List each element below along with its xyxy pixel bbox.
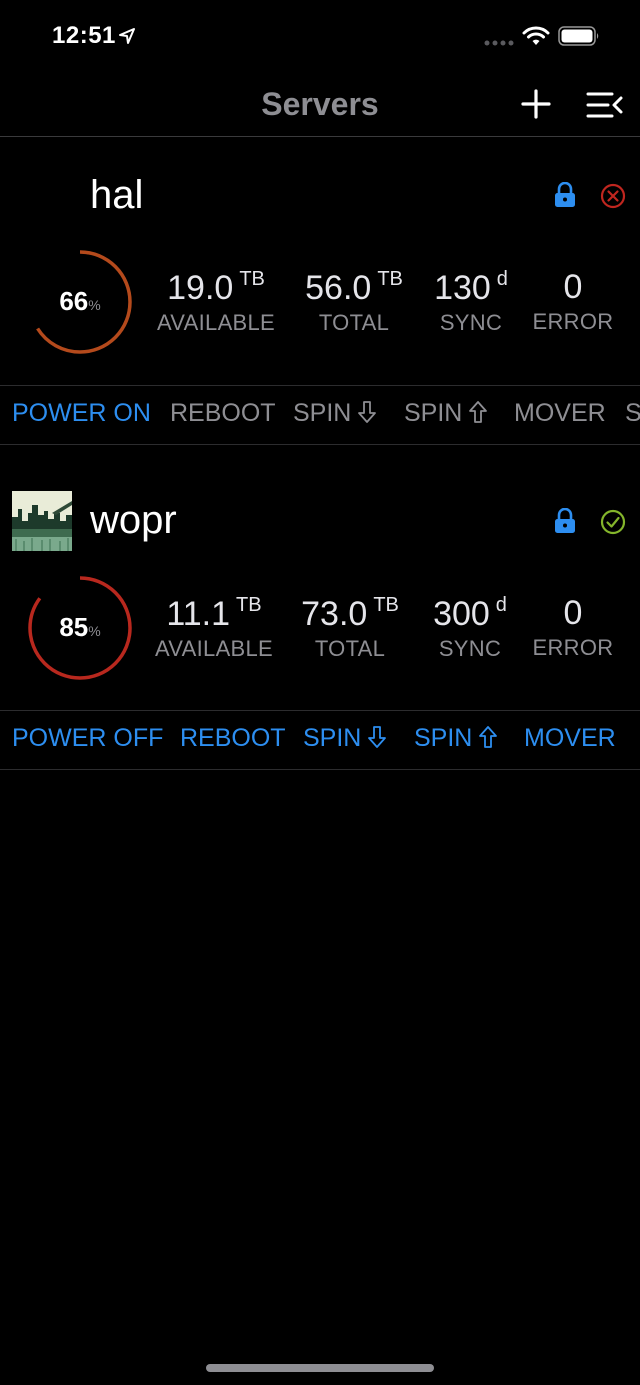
stat-unit: TB	[239, 268, 265, 290]
stat-unit: TB	[236, 594, 262, 616]
add-icon[interactable]	[520, 88, 552, 120]
stat-error: 0 ERROR	[530, 268, 616, 335]
stat-label: SYNC	[439, 310, 503, 335]
status-time: 12:51	[52, 22, 116, 49]
stat-value: 130	[434, 269, 491, 307]
power-off-button[interactable]: POWER OFF	[12, 724, 163, 753]
stat-available: 19.0 TB AVAILABLE	[152, 268, 280, 336]
arrow-up-icon	[469, 401, 488, 423]
stat-label: AVAILABLE	[154, 636, 274, 661]
error-status-icon	[600, 183, 626, 209]
battery-icon	[558, 26, 599, 46]
location-arrow-icon	[119, 28, 135, 44]
server-card[interactable]: wopr 85% 11.1 TB AVAILABLE 73.0 TB TOTAL 3…	[0, 443, 640, 770]
wifi-icon	[522, 26, 550, 45]
arrow-down-icon	[358, 401, 377, 423]
server-actions-bar: POWER ON REBOOT SPIN SPIN MOVER S	[0, 385, 640, 445]
status-bar: 12:51	[0, 0, 640, 72]
usage-percent: 66%	[26, 286, 134, 317]
percent-sign: %	[88, 623, 101, 639]
stat-total: 56.0 TB TOTAL	[294, 268, 414, 336]
stat-unit: TB	[377, 268, 403, 290]
mover-button[interactable]: MOVER	[524, 724, 616, 753]
server-card[interactable]: hal 66% 19.0 TB AVAILABLE 56.0 TB TOTAL 13…	[0, 137, 640, 445]
stat-unit: d	[495, 594, 507, 616]
stat-value: 0	[563, 268, 583, 306]
stat-value: 19.0	[167, 269, 234, 307]
server-actions-bar: POWER OFF REBOOT SPIN SPIN MOVER	[0, 710, 640, 770]
stat-label: TOTAL	[318, 310, 390, 335]
stat-unit: d	[496, 268, 508, 290]
spin-up-button[interactable]: SPIN	[414, 724, 498, 753]
server-name: hal	[90, 173, 144, 217]
stat-available: 11.1 TB AVAILABLE	[150, 594, 278, 662]
stat-label: TOTAL	[314, 636, 386, 661]
mover-button[interactable]: MOVER	[514, 399, 606, 428]
stat-label: AVAILABLE	[156, 310, 276, 335]
server-name: wopr	[90, 498, 177, 542]
stat-label: ERROR	[532, 635, 614, 660]
usage-percent: 85%	[26, 612, 134, 643]
stat-unit: TB	[373, 594, 399, 616]
stat-value: 0	[563, 594, 583, 632]
stat-value: 73.0	[301, 595, 368, 633]
usage-value: 85	[59, 612, 89, 642]
reboot-button[interactable]: REBOOT	[180, 724, 286, 753]
stat-sync: 300 d SYNC	[420, 594, 520, 662]
percent-sign: %	[88, 297, 101, 313]
reboot-button[interactable]: REBOOT	[170, 399, 276, 428]
truncated-action-button[interactable]: S	[625, 399, 640, 428]
spin-down-button[interactable]: SPIN	[303, 724, 387, 753]
stat-label: ERROR	[532, 309, 614, 334]
lock-icon[interactable]	[554, 182, 576, 208]
stat-error: 0 ERROR	[530, 594, 616, 661]
spin-up-label: SPIN	[404, 399, 463, 427]
menu-icon[interactable]	[586, 90, 624, 120]
stat-value: 56.0	[305, 269, 372, 307]
stat-value: 300	[433, 595, 490, 633]
spin-up-button[interactable]: SPIN	[404, 399, 488, 428]
usage-value: 66	[59, 286, 89, 316]
stat-sync: 130 d SYNC	[424, 268, 518, 336]
stat-label: SYNC	[438, 636, 502, 661]
arrow-up-icon	[479, 726, 498, 748]
power-on-button[interactable]: POWER ON	[12, 399, 151, 428]
arrow-down-icon	[368, 726, 387, 748]
home-indicator[interactable]	[206, 1364, 434, 1372]
stat-total: 73.0 TB TOTAL	[290, 594, 410, 662]
ok-status-icon	[600, 509, 626, 535]
spin-up-label: SPIN	[414, 724, 473, 752]
server-thumbnail	[12, 491, 72, 551]
spin-down-label: SPIN	[293, 399, 352, 427]
navigation-bar: Servers	[0, 72, 640, 137]
stat-value: 11.1	[166, 595, 231, 633]
signal-dots-icon	[484, 40, 514, 46]
lock-icon[interactable]	[554, 508, 576, 534]
spin-down-button[interactable]: SPIN	[293, 399, 377, 428]
spin-down-label: SPIN	[303, 724, 362, 752]
